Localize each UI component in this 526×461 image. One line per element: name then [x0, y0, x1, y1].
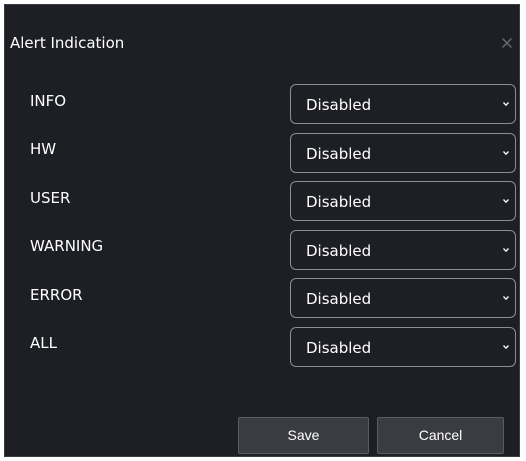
error-label: ERROR — [30, 286, 83, 304]
chevron-down-icon — [502, 149, 510, 157]
close-icon[interactable] — [501, 37, 513, 49]
info-label: INFO — [30, 92, 67, 110]
info-select[interactable]: Disabled — [290, 84, 516, 124]
alert-indication-dialog: Alert Indication INFO Disabled HW Disabl… — [4, 4, 520, 457]
user-select-value: Disabled — [306, 193, 372, 211]
user-select[interactable]: Disabled — [290, 181, 516, 221]
info-select-value: Disabled — [306, 96, 372, 114]
warning-select-value: Disabled — [306, 242, 372, 260]
chevron-down-icon — [502, 246, 510, 254]
cancel-button[interactable]: Cancel — [377, 417, 504, 454]
chevron-down-icon — [502, 197, 510, 205]
chevron-down-icon — [502, 343, 510, 351]
dialog-title: Alert Indication — [10, 34, 125, 52]
error-select[interactable]: Disabled — [290, 278, 516, 318]
error-select-value: Disabled — [306, 290, 372, 308]
hw-label: HW — [30, 140, 57, 158]
warning-select[interactable]: Disabled — [290, 230, 516, 270]
hw-select[interactable]: Disabled — [290, 133, 516, 173]
all-select[interactable]: Disabled — [290, 327, 516, 367]
user-label: USER — [30, 189, 71, 207]
all-label: ALL — [30, 334, 57, 352]
save-button[interactable]: Save — [238, 417, 369, 454]
all-select-value: Disabled — [306, 339, 372, 357]
chevron-down-icon — [502, 294, 510, 302]
hw-select-value: Disabled — [306, 145, 372, 163]
chevron-down-icon — [502, 100, 510, 108]
warning-label: WARNING — [30, 237, 104, 255]
